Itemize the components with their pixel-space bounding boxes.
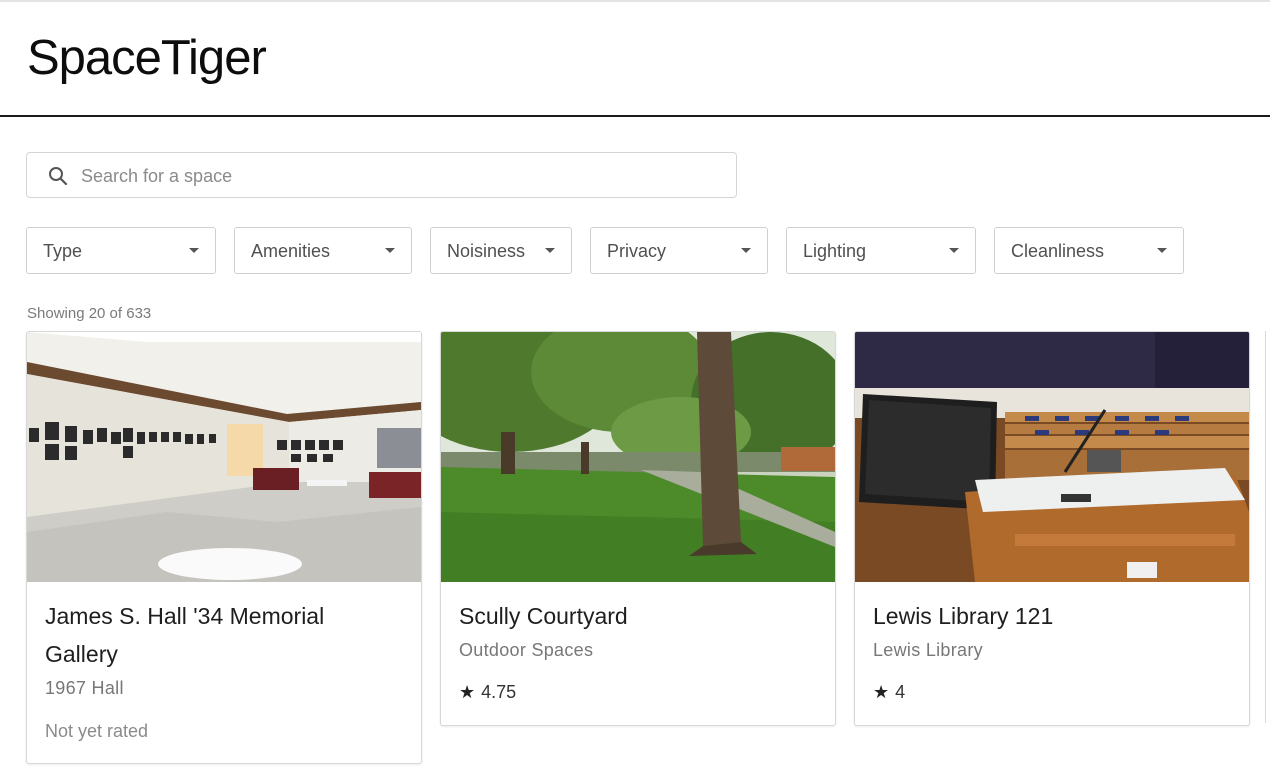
filter-amenities-label: Amenities [251,241,331,261]
filter-privacy-label: Privacy [607,241,667,261]
results-count: Showing 20 of 633 [27,305,152,322]
filter-privacy[interactable]: Privacy [590,227,768,274]
filter-cleanliness-label: Cleanliness [1011,241,1105,261]
space-rating: Not yet rated [45,721,149,741]
space-rating-value: 4.75 [481,682,517,702]
star-icon: ★ [873,682,890,702]
search-icon [49,167,68,186]
filter-cleanliness[interactable]: Cleanliness [994,227,1184,274]
space-building: 1967 Hall [45,678,124,698]
space-photo[interactable] [441,332,835,582]
search-input[interactable] [81,163,721,189]
space-card[interactable]: James S. Hall '34 Memorial Gallery 1967 … [26,331,422,764]
space-card[interactable]: Scully Courtyard Outdoor Spaces ★ 4.75 [440,331,836,726]
filter-amenities[interactable]: Amenities [234,227,412,274]
space-title[interactable]: Lewis Library 121 [873,597,1223,635]
chevron-down-icon [385,248,395,253]
star-icon: ★ [459,682,476,702]
filter-type[interactable]: Type [26,227,216,274]
space-title[interactable]: Scully Courtyard [459,597,809,635]
chevron-down-icon [189,248,199,253]
chevron-down-icon [741,248,751,253]
space-building: Lewis Library [873,640,983,660]
space-building: Outdoor Spaces [459,640,594,660]
chevron-down-icon [1157,248,1167,253]
space-rating: ★ 4.75 [459,682,516,703]
app-logo[interactable]: SpaceTiger [27,30,267,86]
space-photo[interactable] [855,332,1249,582]
filter-lighting-label: Lighting [803,241,867,261]
space-title[interactable]: James S. Hall '34 Memorial Gallery [45,597,395,673]
filter-noisiness[interactable]: Noisiness [430,227,572,274]
app-header: SpaceTiger [0,0,1270,117]
chevron-down-icon [949,248,959,253]
filter-noisiness-label: Noisiness [447,241,526,261]
search-bar[interactable] [26,152,737,198]
chevron-down-icon [545,248,555,253]
space-photo[interactable] [27,332,421,582]
space-rating: ★ 4 [873,682,905,703]
space-card-partial[interactable] [1265,331,1270,723]
space-rating-value: 4 [895,682,906,702]
filter-lighting[interactable]: Lighting [786,227,976,274]
space-card[interactable]: Lewis Library 121 Lewis Library ★ 4 [854,331,1250,726]
filter-type-label: Type [43,241,83,261]
